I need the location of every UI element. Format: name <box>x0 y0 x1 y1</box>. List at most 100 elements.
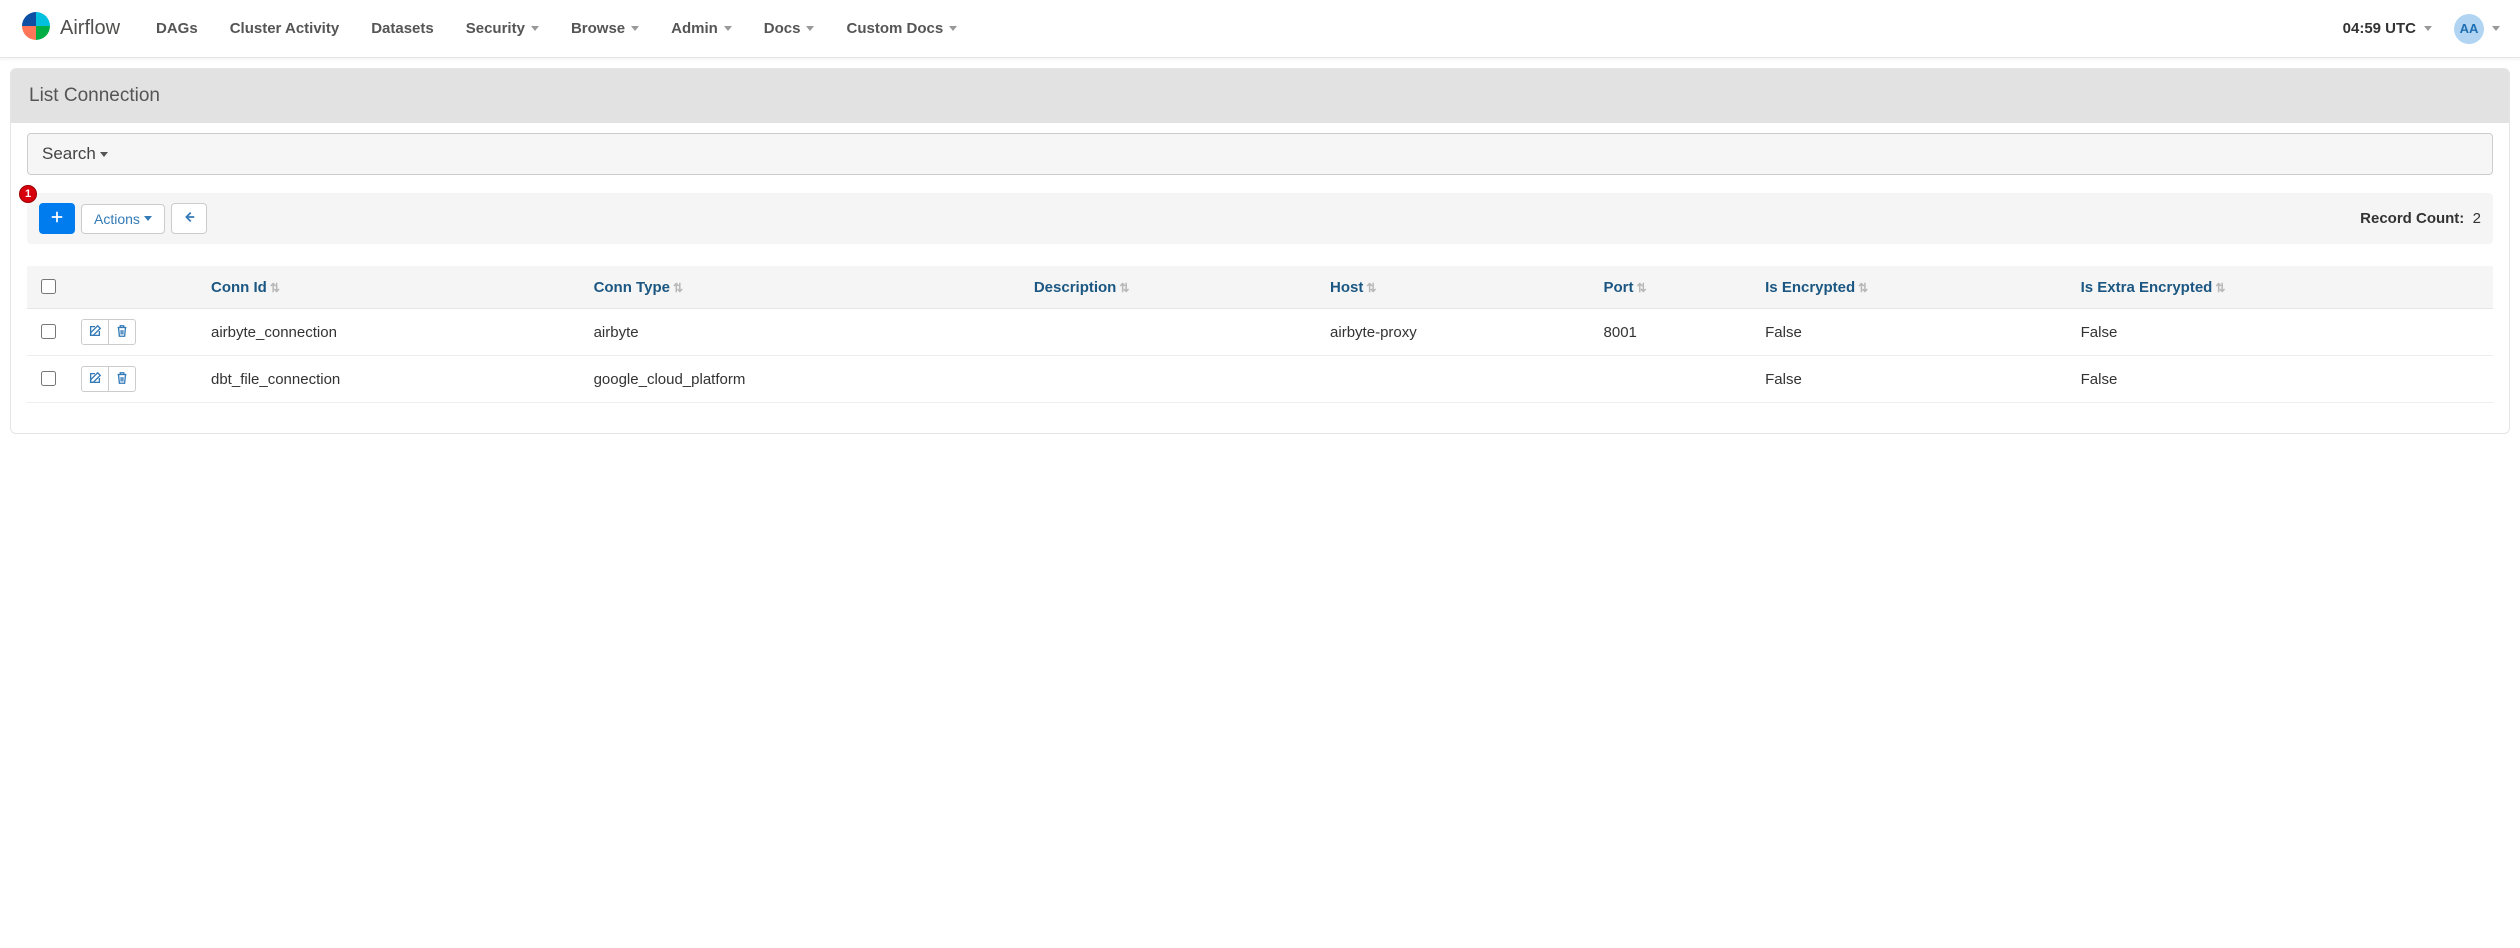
cell-description <box>1024 309 1320 356</box>
chevron-down-icon <box>806 26 814 31</box>
callout-badge: 1 <box>19 185 37 203</box>
page-title: List Connection <box>11 69 2509 123</box>
cell-conn-type: airbyte <box>584 309 1024 356</box>
sort-icon: ⇅ <box>2215 281 2225 295</box>
header-port[interactable]: Port⇅ <box>1594 266 1756 309</box>
nav-item-datasets[interactable]: Datasets <box>355 2 450 55</box>
chevron-down-icon <box>949 26 957 31</box>
navbar: Airflow DAGs Cluster Activity Datasets S… <box>0 0 2520 58</box>
header-actions <box>71 266 201 309</box>
sort-icon: ⇅ <box>673 281 683 295</box>
nav-item-docs[interactable]: Docs <box>748 2 831 55</box>
record-count: Record Count: 2 <box>2360 210 2481 227</box>
brand-text: Airflow <box>60 17 120 40</box>
trash-icon <box>115 324 129 341</box>
header-label: Host <box>1330 279 1363 296</box>
sort-icon: ⇅ <box>1637 281 1647 295</box>
sort-icon: ⇅ <box>1366 281 1376 295</box>
search-label: Search <box>42 144 96 164</box>
header-label: Is Extra Encrypted <box>2081 279 2213 296</box>
avatar-initials: AA <box>2460 21 2479 36</box>
nav-item-admin[interactable]: Admin <box>655 2 748 55</box>
header-label: Description <box>1034 279 1117 296</box>
edit-button[interactable] <box>81 366 109 392</box>
record-count-label: Record Count: <box>2360 210 2464 227</box>
nav-label: Admin <box>671 20 718 37</box>
nav-label: Cluster Activity <box>230 20 339 37</box>
header-description[interactable]: Description⇅ <box>1024 266 1320 309</box>
panel-body: Search 1 Actions Record Count: 2 <box>11 123 2509 403</box>
plus-icon <box>50 210 64 227</box>
edit-icon <box>88 371 102 388</box>
nav-item-dags[interactable]: DAGs <box>140 2 214 55</box>
nav-label: DAGs <box>156 20 198 37</box>
cell-conn-id: dbt_file_connection <box>201 356 584 403</box>
header-is-encrypted[interactable]: Is Encrypted⇅ <box>1755 266 2070 309</box>
header-select-all <box>27 266 71 309</box>
search-dropdown[interactable]: Search <box>27 133 2493 175</box>
cell-port <box>1594 356 1756 403</box>
select-all-checkbox[interactable] <box>41 279 56 294</box>
time-label: 04:59 UTC <box>2343 20 2416 37</box>
nav-label: Security <box>466 20 525 37</box>
table-header-row: Conn Id⇅ Conn Type⇅ Description⇅ Host⇅ P… <box>27 266 2493 309</box>
brand-link[interactable]: Airflow <box>20 10 120 48</box>
header-is-extra-encrypted[interactable]: Is Extra Encrypted⇅ <box>2071 266 2493 309</box>
cell-port: 8001 <box>1594 309 1756 356</box>
back-button[interactable] <box>171 203 207 234</box>
row-checkbox[interactable] <box>41 371 56 386</box>
main-nav: DAGs Cluster Activity Datasets Security … <box>140 2 2343 55</box>
nav-item-custom-docs[interactable]: Custom Docs <box>830 2 973 55</box>
trash-icon <box>115 371 129 388</box>
nav-item-browse[interactable]: Browse <box>555 2 655 55</box>
cell-is-extra-encrypted: False <box>2071 309 2493 356</box>
record-count-value: 2 <box>2473 210 2481 227</box>
chevron-down-icon <box>724 26 732 31</box>
chevron-down-icon <box>531 26 539 31</box>
table-row: airbyte_connectionairbyte airbyte-proxy80… <box>27 309 2493 356</box>
header-conn-id[interactable]: Conn Id⇅ <box>201 266 584 309</box>
main-panel: List Connection Search 1 Actions Recor <box>10 68 2510 434</box>
nav-label: Datasets <box>371 20 434 37</box>
table-body: airbyte_connectionairbyte airbyte-proxy80… <box>27 309 2493 403</box>
edit-icon <box>88 324 102 341</box>
cell-conn-type: google_cloud_platform <box>584 356 1024 403</box>
avatar: AA <box>2454 14 2484 44</box>
cell-is-encrypted: False <box>1755 356 2070 403</box>
arrow-left-icon <box>182 210 196 227</box>
header-label: Port <box>1604 279 1634 296</box>
chevron-down-icon <box>631 26 639 31</box>
header-label: Is Encrypted <box>1765 279 1855 296</box>
sort-icon: ⇅ <box>1858 281 1868 295</box>
sort-icon: ⇅ <box>1119 281 1129 295</box>
nav-right: 04:59 UTC AA <box>2343 14 2500 44</box>
header-conn-type[interactable]: Conn Type⇅ <box>584 266 1024 309</box>
cell-is-extra-encrypted: False <box>2071 356 2493 403</box>
nav-label: Browse <box>571 20 625 37</box>
edit-button[interactable] <box>81 319 109 345</box>
cell-is-encrypted: False <box>1755 309 2070 356</box>
nav-item-cluster-activity[interactable]: Cluster Activity <box>214 2 355 55</box>
header-label: Conn Id <box>211 279 267 296</box>
row-checkbox[interactable] <box>41 324 56 339</box>
chevron-down-icon <box>100 152 108 157</box>
nav-label: Docs <box>764 20 801 37</box>
cell-host <box>1320 356 1593 403</box>
user-menu[interactable]: AA <box>2454 14 2500 44</box>
add-button[interactable] <box>39 203 75 234</box>
chevron-down-icon <box>2492 26 2500 31</box>
nav-item-security[interactable]: Security <box>450 2 555 55</box>
time-dropdown[interactable]: 04:59 UTC <box>2343 20 2432 37</box>
cell-conn-id: airbyte_connection <box>201 309 584 356</box>
header-host[interactable]: Host⇅ <box>1320 266 1593 309</box>
action-bar: Actions Record Count: 2 <box>27 193 2493 244</box>
header-label: Conn Type <box>594 279 670 296</box>
delete-button[interactable] <box>108 319 136 345</box>
sort-icon: ⇅ <box>270 281 280 295</box>
delete-button[interactable] <box>108 366 136 392</box>
action-bar-wrap: 1 Actions Record Count: 2 <box>27 193 2493 244</box>
actions-dropdown[interactable]: Actions <box>81 204 165 234</box>
cell-host: airbyte-proxy <box>1320 309 1593 356</box>
table-row: dbt_file_connectiongoogle_cloud_platform… <box>27 356 2493 403</box>
actions-label: Actions <box>94 211 140 227</box>
